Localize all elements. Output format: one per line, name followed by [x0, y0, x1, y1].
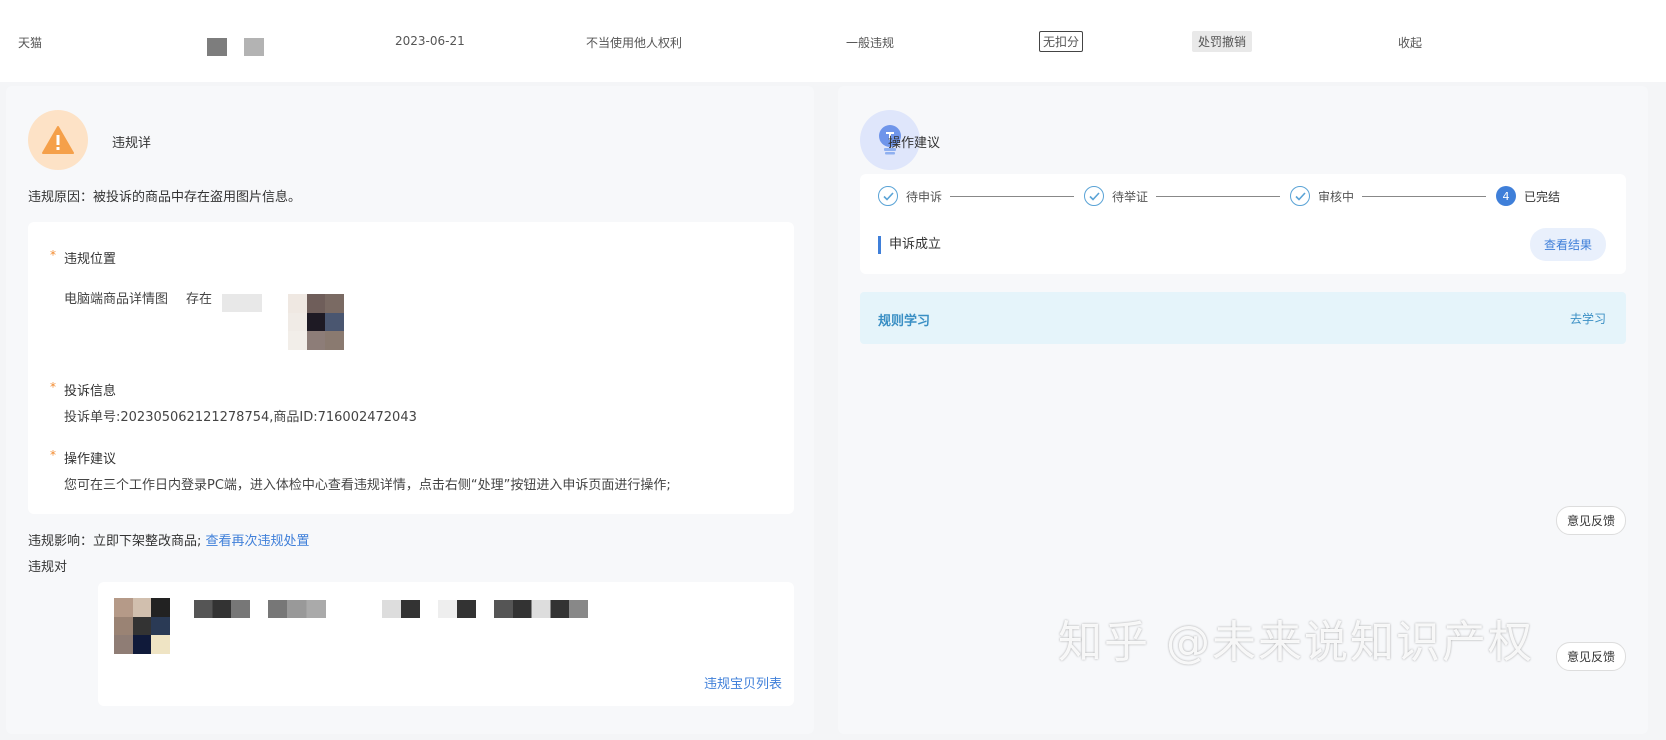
violation-date: 2023-06-21 — [395, 34, 465, 48]
violation-reason: 违规原因：被投诉的商品中存在盗用图片信息。 — [28, 190, 302, 205]
suggestion-title: 操作建议 — [888, 136, 941, 151]
step-completed: 4 已完结 — [1496, 186, 1560, 206]
view-result-button[interactable]: 查看结果 — [1529, 228, 1606, 261]
redacted-block — [222, 294, 262, 312]
status-badge: 处罚撤销 — [1192, 31, 1253, 52]
appeal-steps-card: 待申诉 待举证 审核中 4 已完结 申诉成立 查看结果 — [860, 174, 1626, 274]
step-connector — [1362, 196, 1486, 197]
redacted-block — [494, 600, 588, 618]
violation-summary-row: 天猫 2023-06-21 不当使用他人权利 一般违规 无扣分 处罚撤销 收起 — [0, 0, 1666, 82]
step-connector — [1156, 196, 1280, 197]
redacted-block — [244, 38, 264, 56]
repeat-violation-link[interactable]: 查看再次违规处置 — [206, 534, 310, 549]
complaint-label: * 投诉信息 — [50, 380, 117, 399]
check-circle-icon — [878, 186, 898, 206]
violation-image-thumbnail[interactable] — [288, 294, 344, 350]
redacted-block — [207, 38, 227, 56]
platform-label: 天猫 — [18, 36, 43, 50]
go-study-link[interactable]: 去学习 — [1570, 310, 1606, 327]
points-badge: 无扣分 — [1039, 31, 1084, 52]
redacted-block — [194, 600, 250, 618]
location-extra: 存在 — [186, 292, 213, 307]
watermark: 知乎 @未来说知识产权 — [1058, 617, 1534, 668]
violation-items-list-link[interactable]: 违规宝贝列表 — [704, 673, 782, 692]
violation-detail-panel: 违规详 违规原因：被投诉的商品中存在盗用图片信息。 * 违规位置 电脑端商品详情图… — [6, 86, 814, 734]
feedback-button-bottom[interactable]: 意见反馈 — [1555, 642, 1626, 671]
collapse-link[interactable]: 收起 — [1398, 34, 1422, 51]
feedback-button[interactable]: 意见反馈 — [1555, 506, 1626, 535]
violation-impact: 违规影响：立即下架整改商品; 查看再次违规处置 — [28, 534, 310, 549]
violation-level: 一般违规 — [846, 36, 895, 50]
violation-target-label: 违规对 — [28, 560, 68, 575]
step-pending-appeal: 待申诉 — [878, 186, 942, 206]
suggest-text: 您可在三个工作日内登录PC端，进入体检中心查看违规详情，点击右侧“处理”按钮进入… — [64, 478, 671, 493]
appeal-result-text: 申诉成立 — [878, 236, 941, 254]
complaint-text: 投诉单号:202305062121278754,商品ID:71600247204… — [64, 410, 417, 425]
step-pending-evidence: 待举证 — [1084, 186, 1148, 206]
redacted-block — [268, 600, 326, 618]
step-reviewing: 审核中 — [1290, 186, 1354, 206]
step-number: 4 — [1496, 186, 1516, 206]
violation-type: 不当使用他人权利 — [586, 36, 683, 50]
check-circle-icon — [1290, 186, 1310, 206]
warning-icon — [28, 110, 88, 170]
check-circle-icon — [1084, 186, 1104, 206]
redacted-block — [438, 600, 476, 618]
suggest-label: * 操作建议 — [50, 448, 117, 467]
detail-title: 违规详 — [112, 136, 152, 151]
redacted-block — [382, 600, 420, 618]
rule-study-title: 规则学习 — [878, 314, 931, 329]
location-text: 电脑端商品详情图 — [64, 292, 169, 307]
violation-items-card: 违规宝贝列表 — [98, 582, 794, 706]
item-thumbnail[interactable] — [114, 598, 170, 654]
location-label: * 违规位置 — [50, 248, 117, 267]
detail-card: * 违规位置 电脑端商品详情图 存在 * 投诉信息 投诉单号:20230506212… — [28, 222, 794, 514]
rule-study-bar: 规则学习 去学习 — [860, 292, 1626, 344]
step-connector — [950, 196, 1074, 197]
